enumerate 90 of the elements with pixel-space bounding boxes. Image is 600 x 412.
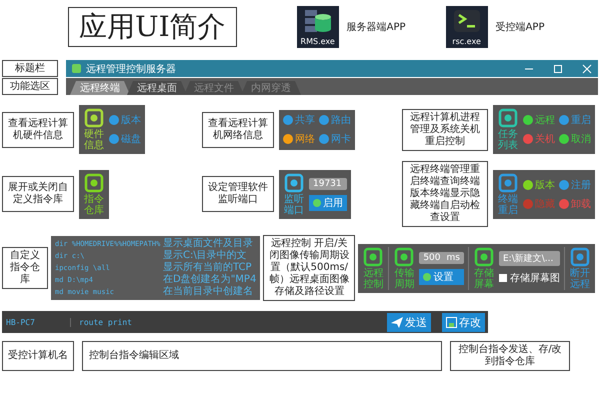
annotation-label: 远程控制 开启/关闭图像传输周期设置（默认500ms/帧）远程桌面图像存储及路径设置 <box>263 235 356 301</box>
command-input[interactable]: route print <box>79 318 379 326</box>
dot-icon <box>423 272 432 280</box>
annotation-label: 远程计算机进程管理及系统关机重启控制 <box>402 108 488 150</box>
circle-icon[interactable] <box>559 134 569 144</box>
annotation-label: 自定义指令仓库 <box>2 247 48 289</box>
circle-icon[interactable] <box>319 115 329 125</box>
tool-label[interactable]: 硬件信息 <box>83 129 105 151</box>
tab[interactable]: 远程终端 <box>70 81 130 95</box>
annotation-label: 查看远程计算机硬件信息 <box>2 112 74 148</box>
tool-label[interactable]: 注册 <box>571 178 591 192</box>
circle-icon[interactable] <box>109 115 119 125</box>
window-title: 远程管理控制服务器 <box>86 62 177 76</box>
annotation-label: 查看远程计算机网络信息 <box>202 112 274 148</box>
circle-icon[interactable] <box>523 134 533 144</box>
tool-label[interactable]: 磁盘 <box>121 132 141 146</box>
circle-icon[interactable] <box>283 134 293 144</box>
tool-label[interactable]: 关机 <box>535 132 555 146</box>
tile-icon[interactable] <box>84 108 104 128</box>
tab[interactable]: 远程桌面 <box>127 81 187 95</box>
tool-label[interactable]: 取消 <box>571 132 591 146</box>
prompt-icon <box>452 9 481 33</box>
checkbox-label: 存储屏幕图 <box>510 272 560 285</box>
tool-label[interactable]: 卸载 <box>571 196 591 210</box>
annotation-label: 标题栏 <box>2 60 58 77</box>
circle-icon[interactable] <box>109 134 119 144</box>
circle-icon[interactable] <box>523 115 533 125</box>
tool-label[interactable]: 版本 <box>121 113 141 127</box>
tile-icon[interactable] <box>570 246 590 266</box>
page-title: 应用UI简介 <box>68 7 237 47</box>
send-button[interactable]: 发送 <box>387 312 431 332</box>
dot-icon <box>313 198 321 206</box>
circle-icon[interactable] <box>523 180 533 190</box>
action-button[interactable]: 设置 <box>419 268 464 284</box>
host-name: HB-PC7 <box>6 318 71 326</box>
app-label: 服务器端APP <box>346 20 406 34</box>
tile-icon[interactable] <box>394 246 414 266</box>
tile-icon[interactable] <box>284 172 304 192</box>
save-icon <box>446 316 457 328</box>
app-icon[interactable]: RMS.exe <box>296 6 339 48</box>
annotation-label: 展开或关闭自定义指令库 <box>2 176 74 212</box>
tile-icon[interactable] <box>363 246 384 266</box>
circle-icon[interactable] <box>559 115 569 125</box>
command-description[interactable]: 在当前目录中创建名 <box>163 286 256 298</box>
command-description[interactable]: 显示桌面文件及目录 <box>163 238 256 250</box>
circle-icon[interactable] <box>319 134 329 144</box>
tool-label[interactable]: 网卡 <box>331 132 351 146</box>
command-description[interactable]: 在D盘创建名为"MP4 <box>163 274 256 286</box>
input-field[interactable]: 500 ms <box>419 252 464 264</box>
tile-icon[interactable] <box>474 246 494 266</box>
tool-label[interactable]: 终端重启 <box>497 194 519 216</box>
action-button[interactable]: 启用 <box>309 194 347 210</box>
command-description[interactable]: 显示C:\目录中的文 <box>163 250 256 262</box>
tile-icon[interactable] <box>498 172 518 192</box>
circle-icon[interactable] <box>283 115 293 125</box>
tool-label[interactable]: 监听端口 <box>283 194 305 216</box>
annotation-label: 受控计算机名 <box>2 341 74 371</box>
maximize-icon[interactable] <box>553 64 563 74</box>
annotation-label: 远程终端管理重启终端查询终端版本终端显示隐藏终端自启动检查设置 <box>402 161 488 227</box>
tool-label[interactable]: 传输周期 <box>393 268 416 290</box>
tool-label[interactable]: 版本 <box>535 178 555 192</box>
input-field[interactable]: 19731 <box>309 178 347 190</box>
annotation-label: 控制台指令编辑区域 <box>82 341 442 371</box>
database-icon <box>302 9 333 33</box>
tool-label[interactable]: 共享 <box>295 113 315 127</box>
circle-icon[interactable] <box>559 180 569 190</box>
tool-label[interactable]: 指令仓库 <box>83 194 105 216</box>
command-description[interactable]: 显示所有当前的TCP <box>163 262 256 274</box>
checkbox[interactable] <box>498 274 507 282</box>
tile-icon[interactable] <box>498 108 518 128</box>
tool-label[interactable]: 存储屏幕 <box>472 268 495 290</box>
circle-icon[interactable] <box>559 198 569 208</box>
annotation-label: 功能选区 <box>2 78 58 95</box>
tool-label[interactable]: 任务列表 <box>497 129 519 151</box>
tile-icon[interactable] <box>84 172 104 192</box>
close-icon[interactable] <box>582 64 592 74</box>
tool-label[interactable]: 断开远程 <box>568 268 591 290</box>
annotation-label: 控制台指令发送、存/改到指令仓库 <box>450 341 570 371</box>
app-icon[interactable]: rsc.exe <box>446 6 488 48</box>
paper-plane-icon <box>391 316 403 328</box>
input-field[interactable]: E:\新建文\... <box>498 251 560 266</box>
app-label: 受控端APP <box>496 20 544 34</box>
tool-label[interactable]: 远程 <box>535 113 555 127</box>
tool-label[interactable]: 重启 <box>571 113 591 127</box>
tool-label[interactable]: 远程控制 <box>362 268 384 290</box>
save-button[interactable]: 存改 <box>442 312 485 332</box>
tool-label[interactable]: 路由 <box>331 113 351 127</box>
tool-label[interactable]: 网络 <box>295 132 315 146</box>
annotation-label: 设定管理软件监听端口 <box>202 176 274 212</box>
app-icon <box>72 64 81 73</box>
